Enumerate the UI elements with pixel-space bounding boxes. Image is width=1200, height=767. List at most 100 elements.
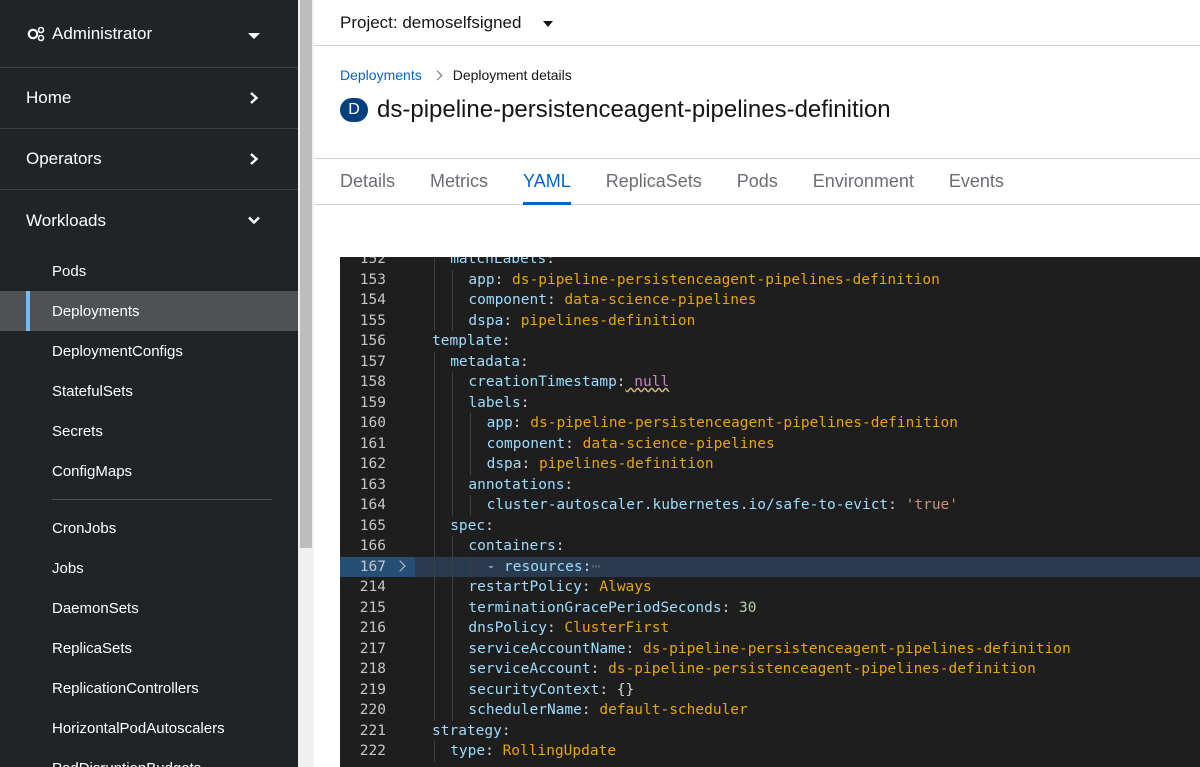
yaml-value: null [625, 374, 670, 390]
indent-guide [452, 577, 454, 598]
tab-details[interactable]: Details [340, 159, 395, 205]
code-line[interactable]: 155 dspa: pipelines-definition [340, 310, 1200, 331]
code-line[interactable]: 220 schedulerName: default-scheduler [340, 700, 1200, 721]
sidebar-item-deployments[interactable]: Deployments [0, 291, 298, 331]
code-text: dnsPolicy: ClusterFirst [468, 618, 669, 639]
code-line[interactable]: 217 serviceAccountName: ds-pipeline-persi… [340, 638, 1200, 659]
line-number: 216 [359, 620, 386, 636]
indent-guide [434, 700, 435, 721]
yaml-colon: : [503, 312, 513, 329]
yaml-key: terminationGracePeriodSeconds [468, 599, 722, 616]
code-line[interactable]: 162 dspa: pipelines-definition [340, 454, 1200, 475]
code-line[interactable]: 157 metadata: [340, 351, 1200, 372]
code-text: terminationGracePeriodSeconds: 30 [468, 598, 756, 619]
indent-guide [470, 495, 472, 516]
code-line[interactable]: 160 app: ds-pipeline-persistenceagent-pip… [340, 413, 1200, 434]
indent-guide [452, 392, 454, 413]
project-selector[interactable]: Project: demoselfsigned [314, 0, 1200, 46]
sidebar-item-statefulsets[interactable]: StatefulSets [0, 371, 298, 411]
indent-guide [452, 495, 454, 516]
code-line[interactable]: 158 creationTimestamp: null [340, 372, 1200, 393]
breadcrumb-link-deployments[interactable]: Deployments [340, 67, 422, 83]
fold-chevron-icon[interactable] [394, 559, 406, 572]
code-line[interactable]: 154 component: data-science-pipelines [340, 290, 1200, 311]
yaml-value: pipelines-definition [530, 456, 714, 472]
yaml-value: pipelines-definition [512, 312, 696, 329]
sidebar-item-replicationcontrollers[interactable]: ReplicationControllers [0, 668, 298, 708]
yaml-key: app [468, 271, 495, 288]
yaml-key: labels [468, 394, 521, 411]
code-text: component: data-science-pipelines [468, 290, 756, 311]
code-line[interactable]: 218 serviceAccount: ds-pipeline-persisten… [340, 659, 1200, 680]
yaml-colon: : [599, 681, 609, 698]
yaml-editor[interactable]: 152 matchLabels: 153 app: ds-pipeline-persi… [340, 257, 1200, 767]
yaml-colon: : [501, 722, 511, 739]
sidebar-item-daemonsets[interactable]: DaemonSets [0, 588, 298, 628]
indent-guide [434, 269, 435, 290]
line-number: 167 [359, 558, 386, 575]
yaml-key: annotations [468, 476, 565, 493]
code-line[interactable]: 219 securityContext: {} [340, 679, 1200, 700]
nav-section-workloads[interactable]: Workloads [0, 190, 298, 251]
yaml-colon: : [485, 743, 494, 759]
sidebar-item-pods[interactable]: Pods [0, 251, 298, 291]
yaml-key: schedulerName [468, 702, 582, 718]
indent-guide [434, 413, 435, 434]
code-line[interactable]: 159 labels: [340, 392, 1200, 413]
perspective-switcher[interactable]: Administrator [0, 0, 298, 68]
yaml-value: RollingUpdate [493, 743, 617, 759]
code-line[interactable]: 152 matchLabels: [340, 257, 1200, 270]
code-line[interactable]: 216 dnsPolicy: ClusterFirst [340, 618, 1200, 639]
sidebar-item-deploymentconfigs[interactable]: DeploymentConfigs [0, 331, 298, 371]
yaml-key: type [450, 743, 486, 759]
indent-guide [470, 433, 472, 454]
yaml-key: matchLabels [450, 257, 547, 267]
code-line[interactable]: 163 annotations: [340, 474, 1200, 495]
tab-events[interactable]: Events [949, 159, 1004, 205]
code-line[interactable]: 214 restartPolicy: Always [340, 577, 1200, 598]
code-line[interactable]: 156 template: [340, 331, 1200, 352]
code-line[interactable]: 166 containers: [340, 536, 1200, 557]
code-line[interactable]: 222 type: RollingUpdate [340, 741, 1200, 762]
yaml-colon: : [546, 292, 556, 308]
sidebar-item-jobs[interactable]: Jobs [0, 548, 298, 588]
tab-replicasets[interactable]: ReplicaSets [606, 159, 702, 205]
yaml-value: data-science-pipelines [573, 435, 775, 452]
sidebar-item-replicasets[interactable]: ReplicaSets [0, 628, 298, 668]
indent-guide [434, 638, 435, 659]
sidebar-item-cronjobs[interactable]: CronJobs [0, 508, 298, 548]
breadcrumb-current: Deployment details [452, 67, 572, 83]
yaml-value: default-scheduler [590, 702, 748, 718]
sidebar-item-secrets[interactable]: Secrets [0, 411, 298, 451]
tab-pods[interactable]: Pods [737, 159, 778, 205]
indent-guide [434, 515, 435, 536]
line-number: 166 [359, 538, 386, 554]
sidebar-scrollbar[interactable] [298, 0, 314, 767]
scrollbar-thumb[interactable] [300, 0, 312, 548]
indent-guide [452, 556, 454, 577]
sidebar-item-configmaps[interactable]: ConfigMaps [0, 451, 298, 491]
yaml-value: ⋯ [591, 558, 601, 575]
code-line[interactable]: 153 app: ds-pipeline-persistenceagent-pip… [340, 269, 1200, 290]
code-line[interactable]: 215 terminationGracePeriodSeconds: 30 [340, 597, 1200, 619]
code-line[interactable]: 164 cluster-autoscaler.kubernetes.io/safe… [340, 495, 1200, 516]
yaml-key: component [486, 435, 566, 452]
code-line[interactable]: 167 - resources:⋯ [340, 556, 1200, 577]
project-label: Project: demoselfsigned [340, 12, 522, 32]
resource-badge: D [340, 98, 368, 122]
page-heading: D ds-pipeline-persistenceagent-pipelines… [340, 96, 891, 124]
line-number: 221 [359, 722, 386, 739]
nav-section-home[interactable]: Home [0, 68, 298, 129]
sidebar-item-horizontalpodautoscalers[interactable]: HorizontalPodAutoscalers [0, 708, 298, 748]
nav-section-operators[interactable]: Operators [0, 129, 298, 190]
yaml-colon: : [512, 415, 522, 431]
tab-yaml[interactable]: YAML [523, 159, 571, 205]
code-line[interactable]: 221 strategy: [340, 721, 1200, 742]
code-line[interactable]: 161 component: data-science-pipelines [340, 433, 1200, 454]
yaml-value: 'true' [896, 497, 959, 513]
tab-metrics[interactable]: Metrics [430, 159, 488, 205]
sidebar-item-poddisruptionbudgets[interactable]: PodDisruptionBudgets [0, 748, 298, 767]
tab-environment[interactable]: Environment [813, 159, 914, 205]
code-line[interactable]: 165 spec: [340, 515, 1200, 536]
indent-guide [452, 659, 454, 680]
